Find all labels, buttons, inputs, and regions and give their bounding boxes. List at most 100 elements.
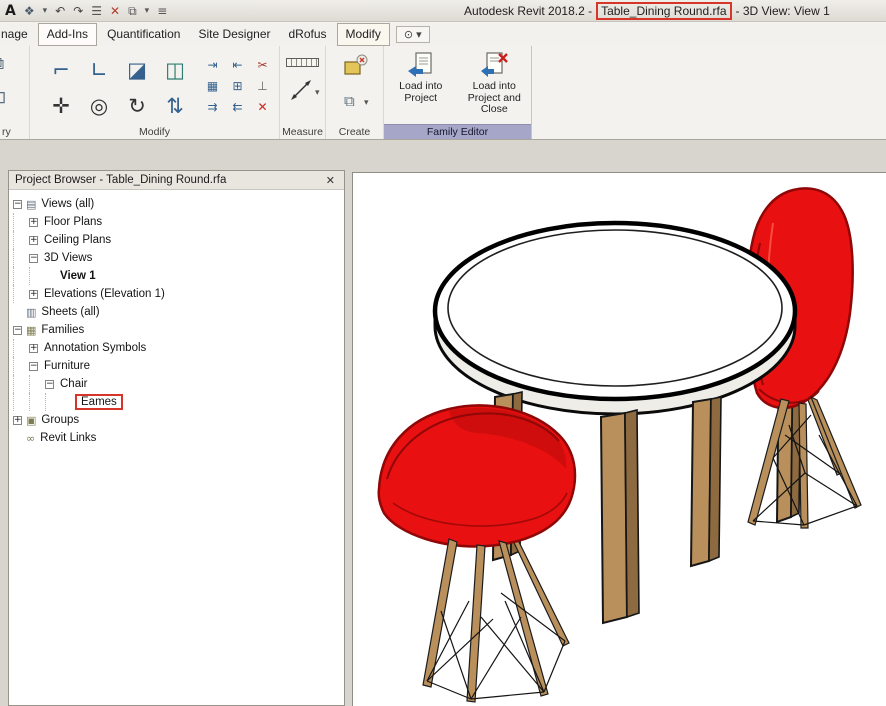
extend-icon[interactable]: ⇤ [225,54,250,75]
clipboard-icon[interactable]: ⧉ [0,54,4,74]
expand-icon[interactable]: + [29,290,38,299]
geometry-icon[interactable]: ⊡ [0,88,6,108]
expand-icon[interactable]: + [13,416,22,425]
table-leg-center[interactable] [601,410,639,623]
ruler-icon[interactable] [286,58,319,67]
collapse-icon[interactable]: − [29,254,38,263]
tree-item-annotation-symbols[interactable]: +Annotation Symbols [9,339,344,357]
close-doc-icon[interactable]: ✕ [110,5,120,17]
project-browser-header[interactable]: Project Browser - Table_Dining Round.rfa… [9,171,344,190]
tree-item-families[interactable]: −▦Families [9,321,344,339]
group-icon[interactable]: ⊞ [225,75,250,96]
measure-diagonal-icon[interactable] [289,78,313,102]
mirror-icon[interactable]: ⇅ [156,88,194,124]
customize-qat-icon[interactable]: ≡ [157,5,167,17]
unjoin-icon[interactable]: ✂ [250,54,275,75]
chevron-down-icon: ▾ [416,28,422,41]
trim-icon[interactable]: ⇇ [225,96,250,117]
paste-window-icon[interactable]: ⧉ [128,5,137,17]
tab-quantification[interactable]: Quantification [99,24,188,45]
load-into-project-and-close-label: Load into Project and Close [458,81,532,116]
tree-item-eames[interactable]: Eames [9,393,344,411]
panel-label-create[interactable]: Create [326,126,383,138]
rotate-icon[interactable]: ↻ [118,88,156,124]
tree-spacer [13,434,22,443]
split-icon[interactable]: ⇉ [200,96,225,117]
panel-label-modify[interactable]: Modify [30,126,279,138]
close-icon[interactable]: ✕ [323,174,338,187]
tab-add-ins[interactable]: Add-Ins [38,23,97,46]
tree-guide [13,375,29,393]
tree-item-label: Ceiling Plans [42,234,113,246]
tab-site-designer[interactable]: Site Designer [190,24,278,45]
expand-icon[interactable]: + [29,218,38,227]
expand-icon[interactable]: + [29,236,38,245]
tab-nage[interactable]: nage [0,24,36,45]
family-editor-panel-label[interactable]: Family Editor [384,124,531,139]
collapse-icon[interactable]: − [29,362,38,371]
dropdown-caret-icon[interactable]: ▾ [43,7,48,16]
cut-icon[interactable]: ⇥ [200,54,225,75]
dropdown-caret-icon[interactable]: ▾ [145,7,150,16]
cut-geometry-icon[interactable]: ◪ [118,52,156,88]
cope-icon[interactable]: ∟ [80,52,118,88]
tree-item-sheets-all-[interactable]: ▥Sheets (all) [9,303,344,321]
load-into-project-and-close-button[interactable]: Load into Project and Close [458,46,532,124]
tree-spacer [61,398,70,407]
table-leg-right[interactable] [691,397,721,566]
load-into-project-button[interactable]: Load into Project [384,46,458,124]
panel-modify: ⌐∟◪◫ ✛◎↻⇅ ⇥⇤✂ ▦⊞⊥ ⇉⇇✕ Modify [30,46,280,139]
revit-logo[interactable]: A [5,4,16,18]
tree-guide [29,393,45,411]
collapse-icon[interactable]: − [45,380,54,389]
tree-item-label: Floor Plans [42,216,104,228]
project-browser-panel: Project Browser - Table_Dining Round.rfa… [8,170,345,706]
chevron-down-icon[interactable]: ▾ [315,88,320,98]
tree-guide [13,339,29,357]
table-top[interactable] [435,223,795,414]
panel-measure: ▾ Measure [280,46,326,139]
tree-item-chair[interactable]: −Chair [9,375,344,393]
collapse-icon[interactable]: − [13,326,22,335]
tree-item-floor-plans[interactable]: + Floor Plans [9,213,344,231]
chair-left[interactable] [379,405,575,702]
tree-item-view-1[interactable]: View 1 [9,267,344,285]
markup-lines-icon[interactable]: ☰ [91,5,102,17]
create-similar-icon[interactable]: ⧉ [344,92,355,110]
tree-item-3d-views[interactable]: −3D Views [9,249,344,267]
chevron-down-icon[interactable]: ▾ [364,98,369,108]
tree-item-furniture[interactable]: −Furniture [9,357,344,375]
align-icon[interactable]: ⌐ [42,52,80,88]
window-title: Autodesk Revit 2018.2 - Table_Dining Rou… [464,0,830,22]
create-group-icon[interactable] [342,52,369,79]
tab-drofus[interactable]: dRofus [281,24,335,45]
expand-icon[interactable]: + [29,344,38,353]
tree-item-groups[interactable]: +▣Groups [9,411,344,429]
load-into-project-icon [406,51,436,79]
panel-label-measure[interactable]: Measure [280,126,325,138]
tree-guide [29,267,45,285]
tree-item-label: Families [39,324,86,336]
tree-item-elevations-elevation-1-[interactable]: + Elevations (Elevation 1) [9,285,344,303]
tree-item-label: Elevations (Elevation 1) [42,288,167,300]
tree-item-ceiling-plans[interactable]: + Ceiling Plans [9,231,344,249]
ribbon-display-toggle[interactable]: ⊙ ▾ [396,26,430,43]
family-editor-buttons: Load into Project Load into Project and … [384,46,531,124]
collapse-icon[interactable]: − [13,200,22,209]
load-into-project-label: Load into Project [384,81,458,104]
tab-modify[interactable]: Modify [337,23,390,46]
join-geometry-icon[interactable]: ◫ [156,52,194,88]
copy-icon[interactable]: ◎ [80,88,118,124]
undo-icon[interactable]: ↶ [55,5,65,17]
tree-spacer [45,272,54,281]
redo-icon[interactable]: ↷ [73,5,83,17]
array-icon[interactable]: ▦ [200,75,225,96]
workspace-icon[interactable]: ❖ [24,5,35,17]
pin-icon[interactable]: ⊥ [250,75,275,96]
tree-item-revit-links[interactable]: ∞Revit Links [9,429,344,447]
delete-icon[interactable]: ✕ [250,96,275,117]
drawing-area-3d-view[interactable] [352,172,886,706]
move-icon[interactable]: ✛ [42,88,80,124]
tree-spacer [13,308,22,317]
tree-item-views-all-[interactable]: −▤Views (all) [9,195,344,213]
